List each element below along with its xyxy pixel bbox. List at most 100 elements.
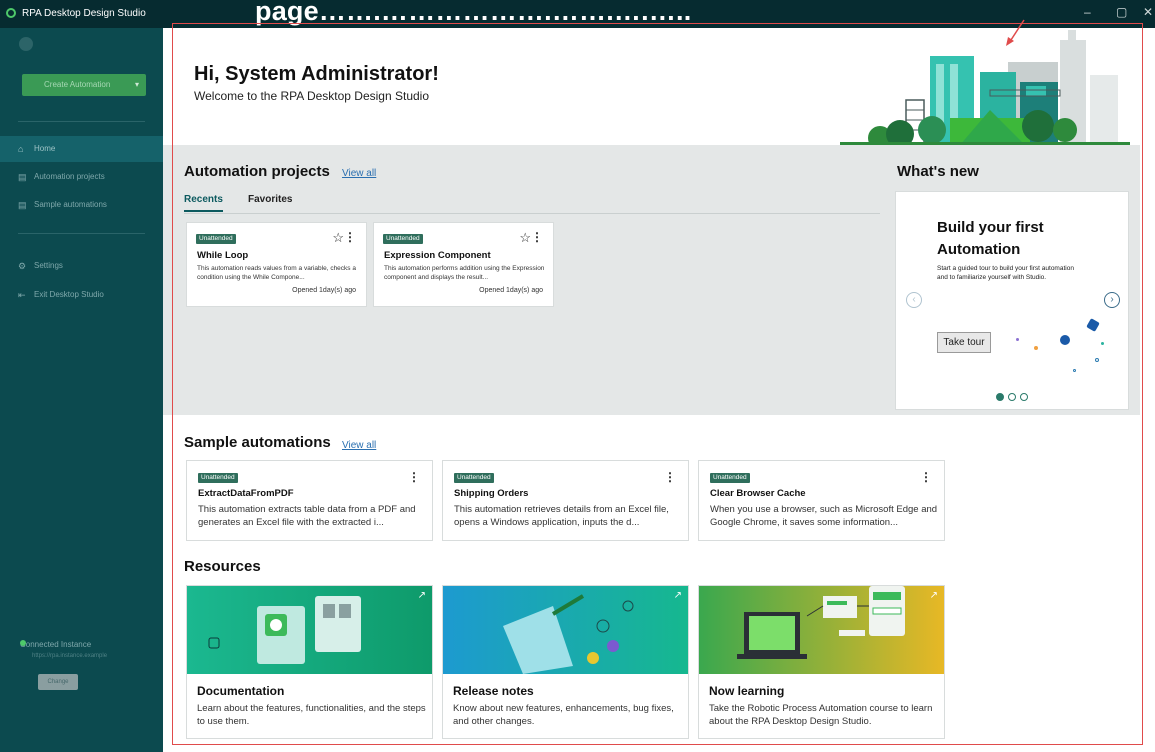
whats-new-card: Build your first Automation Start a guid…	[895, 191, 1129, 410]
projects-icon: ▤	[18, 172, 27, 182]
carousel-page-dot[interactable]	[1008, 393, 1016, 401]
sample-card[interactable]: Unattended ⋮ Clear Browser Cache When yo…	[698, 460, 945, 541]
project-name: While Loop	[197, 250, 249, 261]
projects-tabs: Recents Favorites	[184, 194, 880, 214]
take-tour-button[interactable]: Take tour	[937, 332, 991, 353]
sample-description: This automation retrieves details from a…	[454, 504, 669, 528]
project-description: This automation performs addition using …	[384, 265, 545, 281]
project-description: This automation reads values from a vari…	[197, 265, 356, 281]
project-card[interactable]: Unattended ☆ ⋮ Expression Component This…	[373, 222, 554, 307]
sidebar-item-label: Home	[34, 144, 56, 153]
create-automation-label: Create Automation	[44, 80, 111, 89]
connected-instance: Connected Instance https://rpa.instance.…	[20, 640, 107, 659]
overlay-caption: page…….……………….…….….…..	[255, 0, 692, 26]
connected-url: https://rpa.instance.example	[32, 653, 108, 659]
resource-card-documentation[interactable]: ↗ Documentation Learn about the features…	[186, 585, 433, 739]
carousel-page-dot[interactable]	[996, 393, 1004, 401]
city-illustration	[840, 30, 1130, 145]
external-link-icon[interactable]: ↗	[930, 590, 938, 601]
resource-card-release-notes[interactable]: ↗ Release notes Know about new features,…	[442, 585, 689, 739]
whats-new-title: What's new	[897, 163, 979, 180]
carousel-prev-icon[interactable]: ‹	[906, 292, 922, 308]
carousel-page-dot[interactable]	[1020, 393, 1028, 401]
opened-timestamp: Opened 1day(s) ago	[292, 287, 356, 294]
status-badge: Unattended	[454, 473, 494, 483]
greeting-title: Hi, System Administrator!	[194, 63, 439, 85]
tab-favorites[interactable]: Favorites	[248, 194, 292, 205]
external-link-icon[interactable]: ↗	[674, 590, 682, 601]
sidebar-item-label: Settings	[34, 261, 63, 270]
star-icon[interactable]: ☆	[519, 230, 531, 246]
whats-new-heading: Build your first Automation	[937, 219, 1044, 258]
connected-label: Connected Instance	[20, 640, 92, 649]
project-name: Expression Component	[384, 250, 491, 261]
more-options-icon[interactable]: ⋮	[408, 470, 420, 484]
samples-icon: ▤	[18, 200, 27, 210]
sample-card[interactable]: Unattended ⋮ ExtractDataFromPDF This aut…	[186, 460, 433, 541]
app-logo-icon	[6, 8, 16, 18]
decor-dot	[1086, 318, 1100, 332]
status-badge: Unattended	[196, 234, 236, 244]
sidebar-item-label: Sample automations	[34, 200, 107, 209]
star-icon[interactable]: ☆	[332, 230, 344, 246]
more-options-icon[interactable]: ⋮	[664, 470, 676, 484]
status-dot-icon	[20, 640, 26, 646]
samples-view-all-link[interactable]: View all	[342, 440, 376, 451]
sidebar-item-label: Exit Desktop Studio	[34, 290, 104, 299]
sample-card[interactable]: Unattended ⋮ Shipping Orders This automa…	[442, 460, 689, 541]
projects-view-all-link[interactable]: View all	[342, 168, 376, 179]
decor-dot	[1016, 338, 1019, 341]
chevron-down-icon[interactable]: ▾	[135, 74, 139, 96]
sidebar-item-automation-projects[interactable]: ▤ Automation projects	[0, 164, 163, 190]
home-icon: ⌂	[18, 144, 24, 154]
sidebar-item-settings[interactable]: ⚙ Settings	[0, 253, 163, 279]
resource-name: Now learning	[709, 684, 785, 698]
close-button[interactable]: ✕	[1143, 5, 1153, 19]
decor-dot	[1060, 335, 1070, 345]
more-options-icon[interactable]: ⋮	[344, 230, 356, 244]
decor-dot	[1073, 369, 1076, 372]
carousel-next-icon[interactable]: ›	[1104, 292, 1120, 308]
welcome-subtitle: Welcome to the RPA Desktop Design Studio	[194, 89, 430, 103]
resource-name: Release notes	[453, 684, 534, 698]
resource-description: Know about new features, enhancements, b…	[453, 703, 674, 727]
external-link-icon[interactable]: ↗	[418, 590, 426, 601]
gear-icon: ⚙	[18, 261, 27, 271]
more-options-icon[interactable]: ⋮	[920, 470, 932, 484]
whats-new-description: Start a guided tour to build your first …	[937, 265, 1074, 281]
project-card[interactable]: Unattended ☆ ⋮ While Loop This automatio…	[186, 222, 367, 307]
decor-dot	[1034, 346, 1038, 350]
tab-recents[interactable]: Recents	[184, 194, 223, 212]
sidebar-item-exit[interactable]: ⇤ Exit Desktop Studio	[0, 282, 163, 308]
exit-icon: ⇤	[18, 290, 26, 300]
documentation-illustration	[187, 586, 432, 674]
resource-name: Documentation	[197, 684, 285, 698]
divider	[18, 233, 145, 234]
minimize-button[interactable]: –	[1084, 5, 1091, 19]
annotation-arrow-icon	[1006, 19, 1025, 46]
sidebar-item-home[interactable]: ⌂ Home	[0, 136, 163, 162]
release-notes-illustration	[443, 586, 688, 674]
user-avatar[interactable]	[19, 37, 33, 51]
decor-dot	[1101, 342, 1104, 345]
resource-card-now-learning[interactable]: ↗ Now learning Take the Robotic Process …	[698, 585, 945, 739]
sample-automations-title: Sample automations	[184, 434, 331, 451]
sidebar-item-sample-automations[interactable]: ▤ Sample automations	[0, 192, 163, 218]
sidebar: Create Automation ▾ ⌂ Home ▤ Automation …	[0, 28, 163, 752]
decor-dot	[1095, 358, 1099, 362]
status-badge: Unattended	[383, 234, 423, 244]
maximize-button[interactable]: ▢	[1116, 5, 1127, 19]
create-automation-button[interactable]: Create Automation ▾	[22, 74, 146, 96]
sample-description: When you use a browser, such as Microsof…	[710, 504, 938, 528]
sample-description: This automation extracts table data from…	[198, 504, 416, 528]
sample-name: Shipping Orders	[454, 488, 529, 499]
sidebar-item-label: Automation projects	[34, 172, 105, 181]
resource-description: Learn about the features, functionalitie…	[197, 703, 426, 727]
divider	[18, 121, 145, 122]
status-badge: Unattended	[710, 473, 750, 483]
now-learning-illustration	[699, 586, 944, 674]
change-instance-button[interactable]: Change	[38, 674, 78, 690]
window-title: RPA Desktop Design Studio	[22, 8, 146, 19]
opened-timestamp: Opened 1day(s) ago	[479, 287, 543, 294]
more-options-icon[interactable]: ⋮	[531, 230, 543, 244]
